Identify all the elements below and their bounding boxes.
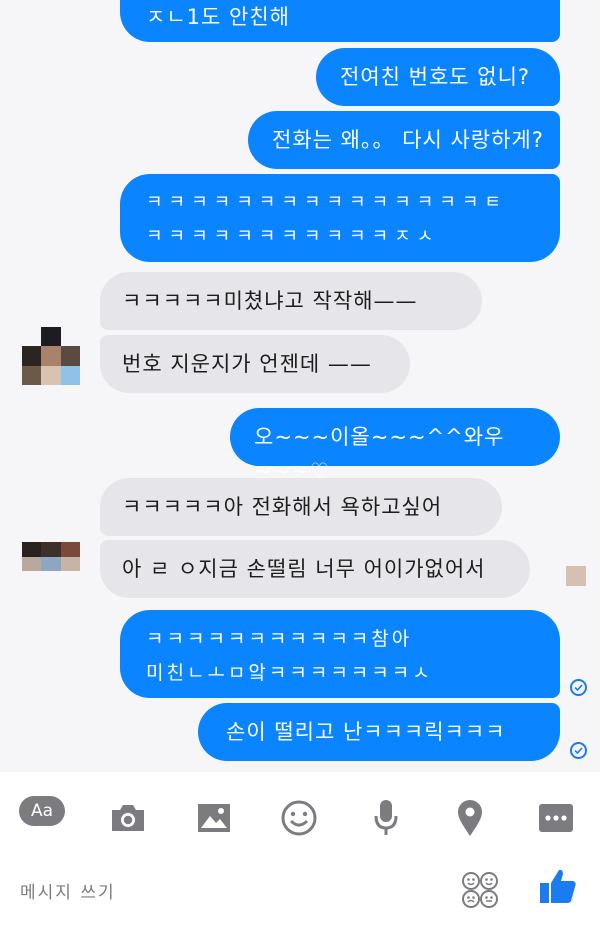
sticker-icon[interactable] [460, 870, 500, 910]
message-bubble-outgoing[interactable]: 오~~~이올~~~^^와우~~~♡ [230, 408, 560, 483]
message-bubble-outgoing[interactable]: ㅋㅋㅋㅋㅋㅋㅋㅋㅋㅋㅋ참아 미친ㄴㅗㅁ앜ㅋㅋㅋㅋㅋㅋㅋㅅ [120, 610, 560, 698]
message-bubble-incoming[interactable]: ㅋㅋㅋㅋㅋ아 전화해서 욕하고싶어 [100, 478, 502, 536]
contact-avatar[interactable] [22, 327, 80, 385]
message-bubble-outgoing[interactable]: ㅋㅋㅋㅋㅋㅋㅋㅋㅋㅋㅋㅋㅋㅋㅋㅌ ㅋㅋㅋㅋㅋㅋㅋㅋㅋㅋㅋㅈㅅ [120, 174, 560, 262]
composer-bar: Aa [0, 772, 600, 930]
seen-check-icon [570, 742, 587, 759]
message-bubble-outgoing[interactable]: 전여친 번호도 없니? [316, 48, 560, 106]
text-format-icon[interactable]: Aa [19, 796, 65, 826]
like-icon[interactable] [538, 866, 582, 910]
more-icon[interactable] [534, 796, 578, 840]
camera-icon[interactable] [106, 796, 150, 840]
message-bubble-incoming[interactable]: 번호 지운지가 언젠데 —— [100, 335, 410, 393]
message-input-placeholder: 메시지 쓰기 [20, 883, 116, 903]
message-bubble-outgoing[interactable]: ㅈㄴ1도 안친해 [120, 0, 560, 42]
message-thread[interactable]: ㅈㄴ1도 안친해 전여친 번호도 없니? 전화는 왜。。 다시 사랑하게? ㅋㅋ… [0, 0, 600, 772]
message-bubble-outgoing[interactable]: 전화는 왜。。 다시 사랑하게? [248, 111, 560, 169]
seen-check-icon [570, 679, 587, 696]
microphone-icon[interactable] [364, 796, 408, 840]
emoji-icon[interactable] [277, 796, 321, 840]
image-icon[interactable] [192, 796, 236, 840]
message-bubble-incoming[interactable]: ㅋㅋㅋㅋㅋ미쳤냐고 작작해—— [100, 272, 482, 330]
message-bubble-incoming[interactable]: 아 ㄹ ㅇ지금 손떨림 너무 어이가없어서 [100, 540, 530, 598]
message-bubble-outgoing[interactable]: 손이 떨리고 난ㅋㅋㅋ릭ㅋㅋㅋ [198, 703, 560, 761]
location-icon[interactable] [448, 796, 492, 840]
read-receipt-avatar [566, 566, 586, 586]
contact-avatar[interactable] [22, 542, 80, 586]
